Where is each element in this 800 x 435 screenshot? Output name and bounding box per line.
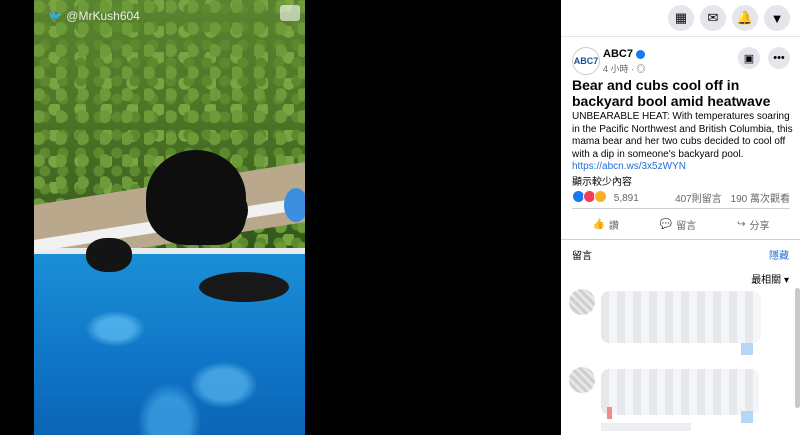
chevron-down-icon: ▾ (783, 275, 789, 286)
share-icon: ↪ (737, 218, 746, 230)
pool-float-image (284, 188, 305, 222)
avatar[interactable] (569, 367, 595, 393)
like-label: 讚 (608, 220, 619, 232)
haha-reaction-icon (594, 190, 607, 203)
show-less-link[interactable]: 顯示較少內容 (572, 173, 632, 188)
video-frame[interactable]: 🐦 @MrKush604 (34, 0, 305, 435)
post-panel: ▦ ✉ 🔔 ▼ ABC7 ABC7 4 小時 · ◎ ▣ ••• Bear an… (561, 0, 800, 435)
avatar[interactable] (569, 289, 595, 315)
bell-icon[interactable]: 🔔 (732, 5, 758, 31)
post-actions: 👍 讚 💬 留言 ↪ 分享 (572, 212, 790, 236)
comment-reaction-icon (741, 411, 753, 423)
globe-icon: ◎ (636, 64, 646, 74)
cub-image (86, 238, 132, 272)
video-stage[interactable]: 🐦 @MrKush604 (0, 0, 561, 435)
comment-reaction-icon (741, 343, 753, 355)
comment-bubble (601, 291, 761, 343)
like-button[interactable]: 👍 讚 (592, 217, 618, 232)
comments-header: 留言 (572, 251, 592, 262)
top-bar: ▦ ✉ 🔔 ▼ (561, 0, 800, 37)
post-time-label[interactable]: 4 小時 · (603, 64, 634, 74)
reaction-icons[interactable] (572, 190, 607, 206)
verified-icon (635, 49, 645, 59)
video-handle: @MrKush604 (66, 8, 140, 23)
comment-label: 留言 (676, 220, 697, 232)
more-icon[interactable]: ••• (768, 47, 790, 69)
save-icon[interactable]: ▣ (738, 47, 760, 69)
comment-meta (601, 423, 691, 431)
divider (572, 208, 790, 209)
hide-comments-link[interactable]: 隱藏 (769, 247, 789, 262)
like-icon: 👍 (592, 218, 605, 230)
grid-menu-icon[interactable]: ▦ (668, 5, 694, 31)
scrollbar[interactable] (795, 288, 800, 408)
channel-logo-icon (280, 5, 300, 21)
video-credit: 🐦 @MrKush604 (48, 8, 140, 23)
comment-sort-dropdown[interactable]: 最相關 ▾ (751, 271, 789, 286)
page-name-label[interactable]: ABC7 (603, 48, 633, 60)
comment-button[interactable]: 💬 留言 (660, 217, 696, 232)
post-body-text: UNBEARABLE HEAT: With temperatures soari… (572, 111, 793, 160)
share-button[interactable]: ↪ 分享 (737, 217, 769, 232)
share-label: 分享 (749, 220, 770, 232)
page-name[interactable]: ABC7 (603, 48, 645, 60)
messenger-icon[interactable]: ✉ (700, 5, 726, 31)
divider (561, 239, 800, 240)
comment-icon: 💬 (659, 218, 673, 230)
post-link[interactable]: https://abcn.ws/3x5zWYN (572, 161, 686, 172)
post-title: Bear and cubs cool off in backyard bool … (572, 77, 771, 109)
comment-bubble (601, 369, 759, 415)
post-time[interactable]: 4 小時 · ◎ (603, 62, 646, 75)
caret-down-icon[interactable]: ▼ (764, 5, 790, 31)
comment-count[interactable]: 407則留言 (675, 194, 722, 205)
swimming-cub-image (199, 272, 289, 302)
comment-sort-label[interactable]: 最相關 (751, 275, 781, 286)
post-body: UNBEARABLE HEAT: With temperatures soari… (572, 111, 794, 174)
avatar[interactable]: ABC7 (572, 47, 600, 75)
twitter-icon: 🐦 (48, 8, 63, 23)
reaction-count[interactable]: 5,891 (614, 193, 639, 204)
post-stats: 5,891 407則留言 190 萬次觀看 (572, 190, 790, 206)
comment-image-icon (607, 407, 612, 419)
view-count: 190 萬次觀看 (730, 194, 790, 205)
mother-bear-head-image (214, 190, 248, 230)
